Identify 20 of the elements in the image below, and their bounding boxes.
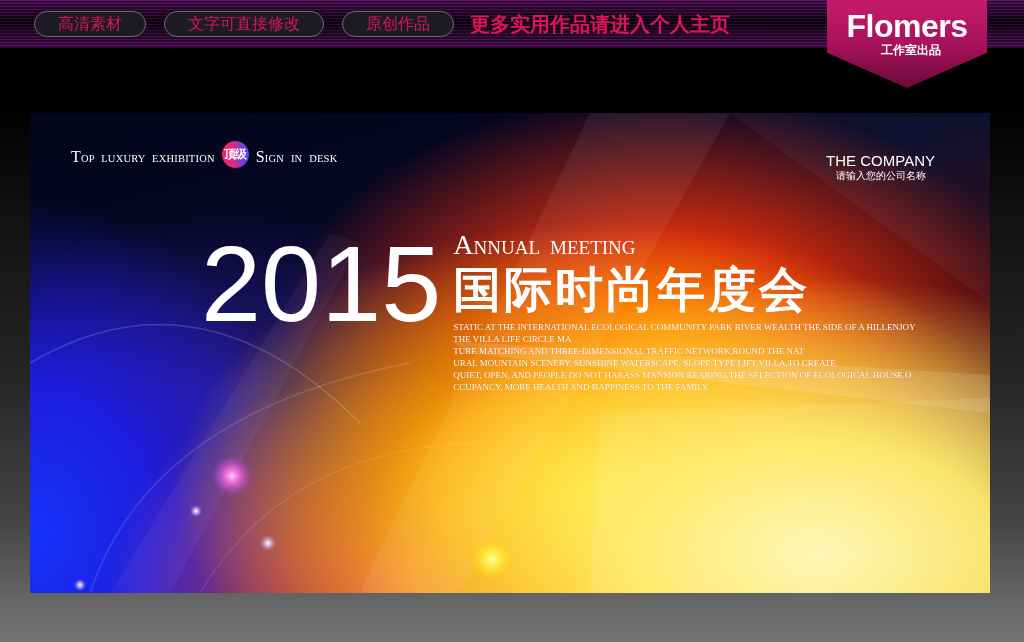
grade-seal: 顶级: [221, 141, 249, 168]
event-subtitle: ANNUAL MEETING: [453, 230, 636, 262]
bokeh-light-icon: [190, 505, 202, 517]
tagline-text: TOP LUXURY EXHIBITION: [71, 147, 215, 166]
bokeh-light-icon: [470, 537, 514, 581]
event-title: 国际时尚年度会: [453, 261, 811, 317]
year-text: 2015: [201, 230, 442, 338]
brand-name: Flomers: [846, 9, 968, 43]
tag-pill: 高清素材: [34, 11, 146, 37]
tagline-text: SIGN IN DESK: [255, 147, 338, 166]
tag-pill: 文字可直接修改: [164, 11, 324, 37]
tag-pill: 原创作品: [342, 11, 454, 37]
brand-subtitle: 工作室出品: [881, 43, 941, 57]
body-paragraph: STATIC AT THE INTERNATIONAL ECOLOGICAL COMMUNITY PARK RIVER WEALTH THE SIDE OF A HILLENJOY THE VILLA LIFE CIRCLE MA TURE MATCHING AND THREE-DIMENSIONAL TRAFFIC NETWORK,ROUND THE NAT URAL MOUNTAIN SCENERY, SUNSHINE WATERSCAPE, SLOPE TYPE LIFT VILLA,TO CREATE QUIET, OPEN, AND PEOPLE DO NOT HARASS MANSION BEARING,THE SELECTION OF ECOLOGICAL HOUSE O CCUPANCY, MORE HEALTH AND HAPPINESS TO THE FAMILY.: [453, 321, 916, 393]
company-name: THE COMPANY: [826, 152, 935, 169]
company-note: 请输入您的公司名称: [835, 170, 926, 182]
bokeh-light-icon: [74, 579, 86, 591]
bokeh-light-icon: [260, 535, 276, 551]
promo-headline: 更多实用作品请进入个人主页: [470, 10, 730, 38]
bokeh-light-icon: [212, 456, 252, 496]
